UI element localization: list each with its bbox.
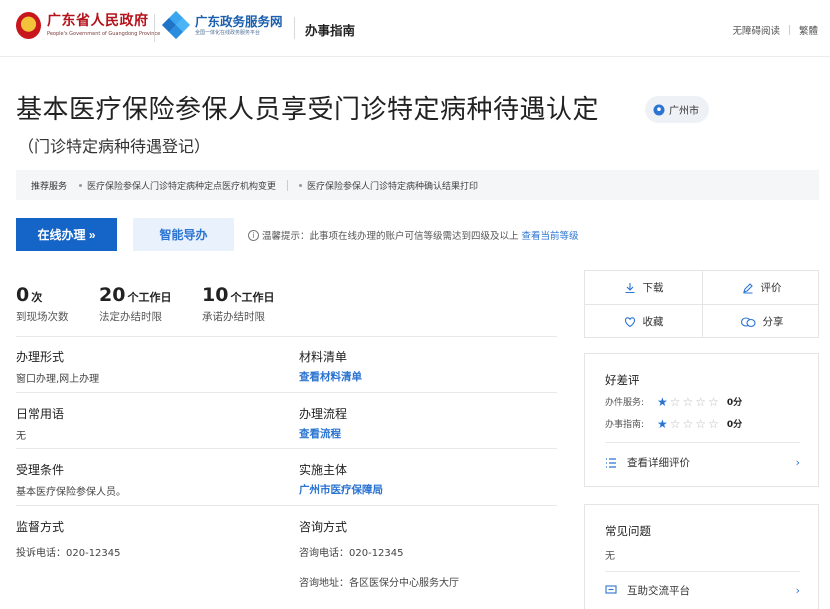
page-title: 基本医疗保险参保人员享受门诊特定病种待遇认定 (16, 95, 600, 125)
faq-title: 常见问题 (605, 524, 651, 538)
service-logo[interactable]: 广东政务服务网 全国一体化在线政务服务平台 (161, 10, 283, 40)
star-empty-icon: ☆ (682, 416, 694, 431)
link-separator (788, 25, 790, 35)
guide-rating: 办事指南: ★ ☆ ☆ ☆ ☆ 0分 (605, 416, 743, 431)
top-header: 广东省人民政府 People's Government of Guangdong… (0, 0, 830, 57)
service-diamond-icon (161, 10, 191, 40)
info-materials: 材料清单 查看材料清单 (299, 350, 362, 384)
stat-onsite-visits: 0次 到现场次数 (16, 284, 69, 323)
star-empty-icon: ☆ (695, 416, 707, 431)
star-empty-icon: ☆ (708, 416, 719, 431)
tip-text: 温馨提示：此事项在线办理的账户可信等级需达到四级及以上 (262, 231, 519, 242)
divider (16, 336, 557, 337)
share-icon (740, 316, 756, 327)
star-empty-icon: ☆ (669, 416, 681, 431)
info-agency: 实施主体 广州市医疗保障局 (299, 463, 383, 497)
section-title: 办事指南 (305, 23, 356, 38)
recommend-item[interactable]: 医疗保险参保人门诊特定病种确认结果打印 (299, 179, 478, 192)
star-empty-icon: ☆ (695, 394, 707, 409)
gov-name: 广东省人民政府 (47, 13, 149, 29)
info-process: 办理流程 查看流程 (299, 407, 348, 441)
rating-card: 好差评 办件服务: ★ ☆ ☆ ☆ ☆ 0分 办事指南: ★ ☆ ☆ ☆ ☆ 0分 查看详细评价… (584, 353, 819, 487)
star-empty-icon: ☆ (682, 394, 694, 409)
traditional-chinese-link[interactable]: 繁體 (799, 23, 818, 37)
rate-button[interactable]: 评价 (703, 271, 820, 304)
top-links: 无障碍阅读 繁體 (732, 23, 818, 37)
favorite-button[interactable]: 收藏 (585, 305, 702, 338)
header-divider (154, 14, 155, 42)
divider (16, 505, 557, 506)
chevron-right-icon: › (795, 456, 800, 469)
action-panel: 下载 评价 收藏 分享 (584, 270, 819, 338)
detail-rating-link[interactable]: 查看详细评价 › (605, 455, 800, 470)
list-icon (606, 457, 616, 468)
national-emblem-icon (16, 12, 41, 39)
smart-guide-button[interactable]: 智能导办 (133, 218, 234, 251)
download-icon (625, 282, 634, 293)
stat-promised-limit: 10 个工作日 承诺办结时限 (202, 284, 275, 323)
check-level-link[interactable]: 查看当前等级 (522, 228, 579, 242)
faq-card: 常见问题 无 互助交流平台 › (584, 504, 819, 609)
materials-link[interactable]: 查看材料清单 (299, 369, 362, 384)
recommend-label: 推荐服务 (31, 181, 68, 192)
info-icon: i (248, 229, 259, 241)
rating-title: 好差评 (605, 373, 640, 387)
gov-logo[interactable]: 广东省人民政府 People's Government of Guangdong… (16, 12, 160, 39)
heart-icon (624, 316, 635, 327)
process-link[interactable]: 查看流程 (299, 426, 347, 441)
download-button[interactable]: 下载 (585, 271, 702, 304)
service-name: 广东政务服务网 (195, 13, 283, 29)
gov-name-en: People's Government of Guangdong Provinc… (47, 31, 161, 37)
recommend-bar: 推荐服务 医疗保险参保人门诊特定病种定点医疗机构变更 医疗保险参保人门诊特定病种… (16, 170, 819, 200)
location-pin-icon (653, 104, 665, 115)
info-phrases: 日常用语 无 (16, 407, 65, 442)
community-link[interactable]: 互助交流平台 › (605, 583, 800, 598)
tip-message: i 温馨提示：此事项在线办理的账户可信等级需达到四级及以上 查看当前等级 (248, 228, 579, 242)
info-condition: 受理条件 基本医疗保险参保人员。 (16, 463, 126, 498)
divider (16, 392, 557, 393)
info-consult: 咨询方式 咨询电话：020-12345 咨询地址：各区医保分中心服务大厅 (299, 520, 459, 589)
share-button[interactable]: 分享 (703, 305, 820, 338)
online-apply-button[interactable]: 在线办理 » (16, 218, 117, 251)
recommend-item[interactable]: 医疗保险参保人门诊特定病种定点医疗机构变更 (79, 179, 276, 192)
star-rating: ★ ☆ ☆ ☆ ☆ (657, 418, 721, 430)
service-rating: 办件服务: ★ ☆ ☆ ☆ ☆ 0分 (605, 394, 743, 409)
service-slogan: 全国一体化在线政务服务平台 (195, 29, 261, 36)
agency-link[interactable]: 广州市医疗保障局 (299, 482, 383, 497)
star-rating: ★ ☆ ☆ ☆ ☆ (657, 396, 721, 408)
stat-legal-limit: 20 个工作日 法定办结时限 (99, 284, 172, 323)
divider (16, 448, 557, 449)
page-subtitle: （门诊特定病种待遇登记） (18, 137, 211, 156)
star-filled-icon: ★ (657, 416, 668, 431)
faq-value: 无 (605, 551, 615, 562)
star-empty-icon: ☆ (669, 394, 681, 409)
location-badge[interactable]: 广州市 (645, 96, 709, 123)
edit-icon (742, 282, 753, 294)
message-icon (605, 585, 617, 594)
chevron-right-icon: › (795, 584, 800, 597)
star-empty-icon: ☆ (708, 394, 719, 409)
accessibility-link[interactable]: 无障碍阅读 (732, 23, 780, 37)
info-form: 办理形式 窗口办理,网上办理 (16, 350, 100, 385)
header-divider (294, 17, 295, 39)
info-supervise: 监督方式 投诉电话：020-12345 (16, 520, 121, 559)
location-text: 广州市 (669, 106, 699, 117)
star-filled-icon: ★ (657, 394, 668, 409)
